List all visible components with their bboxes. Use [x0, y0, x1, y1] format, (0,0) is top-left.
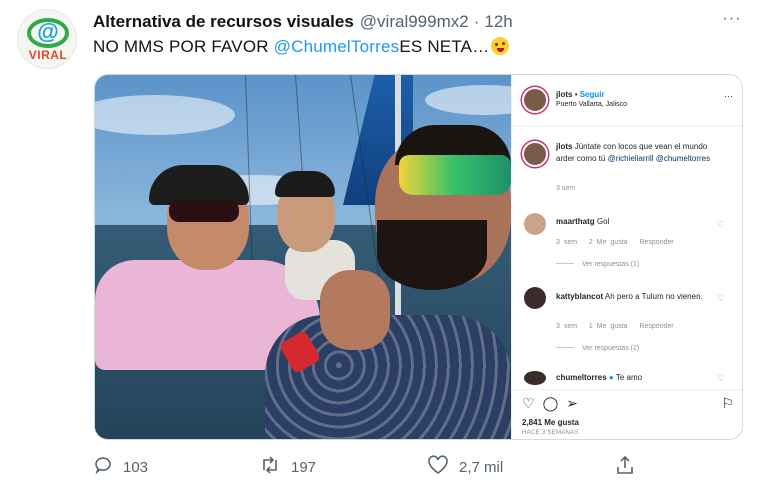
- hand: [320, 270, 390, 350]
- ig-comment-text: Te amo: [615, 373, 643, 382]
- divider: [512, 125, 742, 126]
- tweet-media[interactable]: jlots • Seguir Puerto Vallarta, Jalisco …: [94, 74, 743, 440]
- heart-icon[interactable]: ♡: [717, 219, 725, 230]
- send-icon[interactable]: ➢: [566, 395, 586, 411]
- verified-icon: ●: [608, 373, 614, 382]
- tweet-header: Alternativa de recursos visuales @viral9…: [93, 11, 513, 33]
- cap: [275, 171, 335, 197]
- more-options-icon[interactable]: ···: [717, 10, 747, 30]
- ig-comment-avatar[interactable]: [524, 287, 546, 309]
- ig-comment-meta: 3 sem 2 Me gusta Responder: [556, 239, 674, 246]
- ig-view-replies[interactable]: Ver respuestas (1): [556, 261, 639, 268]
- ig-comment-text: Ah pero a Tulum no vienen.: [604, 292, 703, 301]
- ig-comment-avatar[interactable]: [524, 371, 546, 385]
- ig-comment-likes[interactable]: 1 Me gusta: [589, 323, 628, 330]
- cap: [149, 165, 249, 205]
- ig-comment-time: 3 sem: [556, 323, 578, 330]
- ig-comment-user[interactable]: maarthatg: [556, 217, 595, 226]
- beard: [377, 220, 487, 290]
- ig-avatar[interactable]: [522, 87, 548, 113]
- tweet-text-start: NO MMS POR FAVOR: [93, 37, 274, 56]
- avatar-logo-text: VIRAL: [28, 48, 68, 62]
- retweet-icon: [259, 455, 281, 480]
- retweet-button[interactable]: 197: [259, 455, 316, 479]
- like-button[interactable]: 2,7 mil: [427, 454, 504, 480]
- ig-comment-avatar[interactable]: [524, 213, 546, 235]
- ig-comment-likes[interactable]: 2 Me gusta: [589, 239, 628, 246]
- user-handle[interactable]: @viral999mx2: [360, 12, 469, 32]
- heart-icon[interactable]: ♡: [717, 373, 725, 384]
- ig-caption-user[interactable]: jlots: [556, 142, 572, 151]
- at-sign-icon: @: [37, 19, 59, 44]
- reply-icon: [93, 455, 113, 480]
- ig-timestamp: HACE 3 SEMANAS: [522, 430, 579, 436]
- tweet-text: NO MMS POR FAVOR @ChumelTorresES NETA…: [93, 37, 510, 57]
- tweet-text-end: ES NETA…: [399, 37, 490, 56]
- reply-count: 103: [123, 458, 149, 476]
- ig-follow-button[interactable]: Seguir: [580, 90, 605, 99]
- ig-more-icon[interactable]: ···: [724, 91, 733, 101]
- sunglasses: [169, 200, 239, 222]
- heart-icon: [427, 454, 449, 480]
- share-icon: [615, 455, 635, 480]
- mention-link[interactable]: @ChumelTorres: [274, 37, 400, 56]
- ig-comment: chumeltorres ● Te amo ♡: [512, 371, 742, 389]
- ig-avatar[interactable]: [522, 141, 548, 167]
- ig-action-icons: ♡◯➢: [522, 395, 586, 412]
- ig-likes-count[interactable]: 2,841 Me gusta: [522, 418, 579, 427]
- ig-comment-reply[interactable]: Responder: [639, 239, 673, 246]
- cloud: [425, 85, 511, 115]
- share-button[interactable]: [615, 455, 645, 479]
- ig-post-header: jlots • Seguir Puerto Vallarta, Jalisco …: [512, 87, 742, 117]
- instagram-panel: jlots • Seguir Puerto Vallarta, Jalisco …: [511, 75, 742, 439]
- ig-view-replies-label: Ver respuestas (1): [582, 261, 640, 268]
- heart-icon[interactable]: ♡: [717, 293, 725, 304]
- ig-view-replies[interactable]: Ver respuestas (2): [556, 345, 639, 352]
- ig-comment-reply[interactable]: Responder: [639, 323, 673, 330]
- retweet-count: 197: [291, 458, 317, 476]
- ig-comment-meta: 3 sem 1 Me gusta Responder: [556, 323, 674, 330]
- ig-account[interactable]: jlots: [556, 90, 572, 99]
- ig-comment: kattyblancot Ah pero a Tulum no vienen. …: [512, 287, 742, 357]
- separator-dot: ·: [473, 12, 480, 31]
- ig-location[interactable]: Puerto Vallarta, Jalisco: [556, 101, 627, 108]
- ig-comment-time: 3 sem: [556, 239, 578, 246]
- divider: [556, 347, 574, 348]
- ig-comment-text: Gol: [596, 217, 610, 226]
- ig-comment: maarthatg Gol ♡ 3 sem 2 Me gusta Respond…: [512, 213, 742, 273]
- ig-caption-mention[interactable]: @chumeltorres: [656, 154, 710, 163]
- divider: [512, 389, 742, 390]
- zany-face-emoji-icon: [491, 37, 510, 55]
- ig-view-replies-label: Ver respuestas (2): [582, 345, 640, 352]
- tweet-time[interactable]: 12h: [484, 12, 512, 32]
- boat-photo[interactable]: [95, 75, 511, 439]
- cloud: [95, 95, 235, 135]
- mirrored-sunglasses: [399, 155, 511, 195]
- like-icon[interactable]: ♡: [522, 395, 543, 411]
- profile-avatar[interactable]: @ VIRAL: [17, 9, 77, 69]
- ig-comment-user[interactable]: kattyblancot: [556, 292, 603, 301]
- ig-caption: jlots Júntate con locos que vean el mund…: [512, 137, 742, 197]
- tweet-actions: 103 197 2,7 mil: [93, 454, 653, 480]
- ig-comment-user[interactable]: chumeltorres: [556, 373, 607, 382]
- divider: [556, 263, 574, 264]
- ig-caption-time: 3 sem: [556, 185, 576, 192]
- ig-caption-mention[interactable]: @richieliarrill: [608, 154, 654, 163]
- comment-icon[interactable]: ◯: [543, 395, 567, 411]
- like-count: 2,7 mil: [459, 458, 504, 476]
- bookmark-icon[interactable]: ⚐: [721, 395, 734, 412]
- reply-button[interactable]: 103: [93, 455, 148, 479]
- display-name[interactable]: Alternativa de recursos visuales: [93, 12, 354, 32]
